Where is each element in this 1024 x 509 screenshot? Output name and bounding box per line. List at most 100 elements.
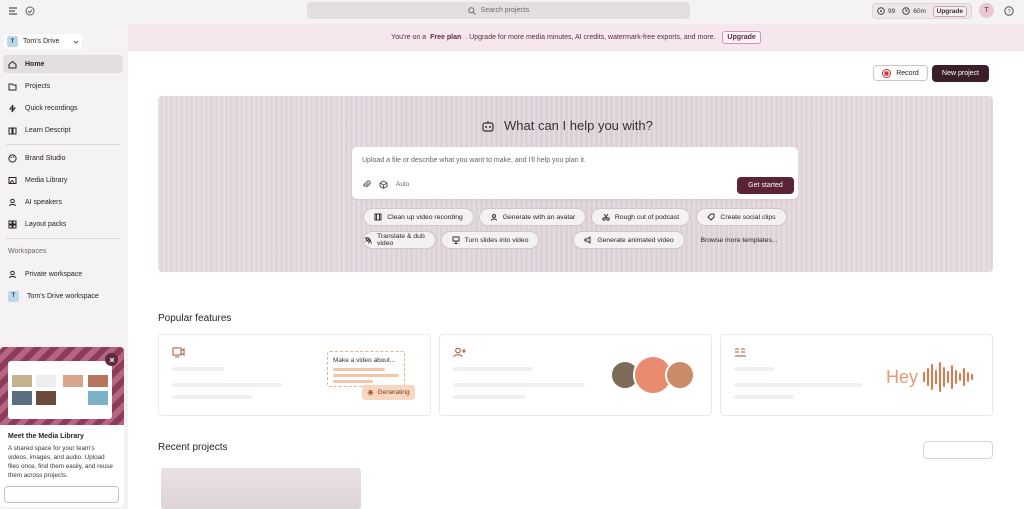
plan-banner: You're on a Free plan . Upgrade for more…	[128, 24, 1024, 51]
avatar[interactable]: T	[979, 3, 994, 18]
divider	[6, 238, 120, 239]
sidebar-item-label: Learn Descript	[25, 126, 71, 134]
thumb	[36, 391, 56, 405]
banner-suffix: . Upgrade for more media minutes, AI cre…	[465, 34, 716, 41]
sidebar-item-ai-speakers[interactable]: AI speakers	[3, 193, 123, 211]
drive-selector[interactable]: T Tom's Drive	[4, 34, 82, 49]
project-thumbnail[interactable]	[161, 468, 361, 509]
chip-rough-cut-podcast[interactable]: Rough cut of podcast	[591, 208, 690, 226]
search-icon	[467, 6, 476, 15]
workspaces-header: Workspaces	[8, 248, 47, 255]
faded-text	[734, 395, 794, 399]
prompt-box[interactable]: Upload a file or describe what you want …	[352, 147, 798, 199]
drive-badge: T	[7, 36, 18, 47]
sidebar-item-quick-recordings[interactable]: Quick recordings	[3, 99, 123, 117]
preview-prompt-text: Make a video about...	[333, 357, 396, 364]
paperclip-icon[interactable]	[362, 180, 371, 189]
faded-title	[172, 367, 224, 371]
chip-label: Translate & dub video	[377, 233, 425, 247]
home-icon	[8, 60, 17, 69]
chip-clean-up-video[interactable]: Clean up video recording	[363, 208, 474, 226]
sidebar-item-projects[interactable]: Projects	[3, 77, 123, 95]
generating-label: Generating	[377, 389, 410, 396]
sidebar-toggle-icon[interactable]	[8, 6, 18, 16]
film-icon	[374, 213, 382, 221]
banner-upgrade-button[interactable]: Upgrade	[722, 31, 761, 44]
sidebar-item-home[interactable]: Home	[3, 55, 123, 73]
workspace-badge: T	[8, 290, 19, 302]
chip-slides-to-video[interactable]: Turn slides into video	[441, 231, 539, 249]
sidebar-item-learn-descript[interactable]: Learn Descript	[3, 121, 123, 139]
feature-card[interactable]: Make a video about... Generating	[158, 334, 431, 416]
media-icon	[8, 176, 17, 185]
faded-text	[172, 395, 252, 399]
sidebar-item-label: Projects	[25, 82, 51, 90]
upgrade-button[interactable]: Upgrade	[932, 5, 967, 17]
chip-create-social-clips[interactable]: Create social clips	[696, 208, 787, 226]
feature-card[interactable]: Hey	[720, 334, 993, 416]
recent-projects-action-button[interactable]	[923, 441, 993, 459]
robot-icon	[481, 119, 495, 133]
faded-title	[453, 367, 533, 371]
palette-icon	[8, 153, 17, 163]
translate-icon	[364, 236, 372, 244]
folder-icon	[8, 82, 17, 91]
bolt-icon	[8, 104, 17, 113]
sidebar-item-layout-packs[interactable]: Layout packs	[3, 215, 123, 233]
sidebar-item-media-library[interactable]: Media Library	[3, 171, 123, 189]
preview-bar	[333, 374, 399, 377]
thumb	[12, 391, 32, 405]
ai-speakers-icon	[8, 198, 17, 207]
chip-label: Rough cut of podcast	[614, 213, 680, 221]
model-mode[interactable]: Auto	[396, 181, 409, 188]
media-library-promo: Meet the Media Library A shared space fo…	[0, 347, 124, 507]
hero-heading: What can I help you with?	[481, 118, 653, 133]
sidebar-item-label: Layout packs	[25, 220, 67, 228]
feature-card[interactable]	[439, 334, 712, 416]
banner-prefix: You're on a	[391, 34, 427, 41]
drive-name: Tom's Drive	[23, 38, 60, 45]
book-icon	[8, 126, 17, 135]
faded-text	[453, 395, 525, 399]
sidebar-item-label: Brand Studio	[25, 154, 66, 162]
model-cube-icon[interactable]	[379, 180, 388, 189]
sidebar-item-label: Media Library	[25, 176, 68, 184]
credits-panel[interactable]: 99 60m Upgrade	[872, 3, 972, 19]
search-placeholder: Search projects	[480, 7, 530, 14]
check-circle-icon[interactable]	[25, 6, 35, 16]
chip-animated-video[interactable]: Generate animated video	[573, 231, 685, 249]
record-label: Record	[896, 69, 919, 77]
main-content: You're on a Free plan . Upgrade for more…	[128, 24, 1024, 509]
popular-features-heading: Popular features	[158, 313, 232, 324]
presentation-icon	[452, 236, 460, 244]
sidebar-item-private-workspace[interactable]: Private workspace	[3, 265, 123, 283]
record-icon	[882, 68, 892, 78]
new-project-button[interactable]: New project	[932, 65, 989, 82]
divider	[6, 144, 120, 145]
chip-label: Browse more templates...	[700, 236, 778, 244]
thumb	[88, 391, 108, 405]
sidebar-item-label: Home	[25, 60, 45, 68]
chip-translate-dub[interactable]: Translate & dub video	[363, 231, 436, 249]
chip-label: Create social clips	[720, 213, 776, 221]
get-started-button[interactable]: Get started	[737, 177, 794, 194]
promo-preview	[8, 361, 112, 419]
sparkle-icon	[367, 389, 374, 396]
generating-badge: Generating	[362, 385, 415, 400]
help-icon[interactable]: ?	[1004, 6, 1014, 16]
user-icon	[8, 270, 17, 279]
avatar-face	[665, 360, 695, 390]
media-minutes-count: 60m	[913, 7, 926, 15]
chip-generate-avatar[interactable]: Generate with an avatar	[479, 208, 586, 226]
sidebar-item-drive-workspace[interactable]: T Tom's Drive workspace	[3, 287, 123, 305]
hero-title: What can I help you with?	[504, 118, 653, 133]
search-input[interactable]: Search projects	[307, 2, 690, 19]
record-button[interactable]: Record	[873, 65, 928, 81]
sidebar-item-brand-studio[interactable]: Brand Studio	[3, 149, 123, 167]
ai-credits-count: 99	[888, 7, 896, 15]
thumb	[36, 375, 56, 387]
close-button[interactable]	[105, 353, 118, 366]
promo-action-button[interactable]	[4, 486, 119, 503]
ai-credits-icon	[877, 7, 885, 15]
browse-templates-link[interactable]: Browse more templates...	[692, 231, 786, 249]
